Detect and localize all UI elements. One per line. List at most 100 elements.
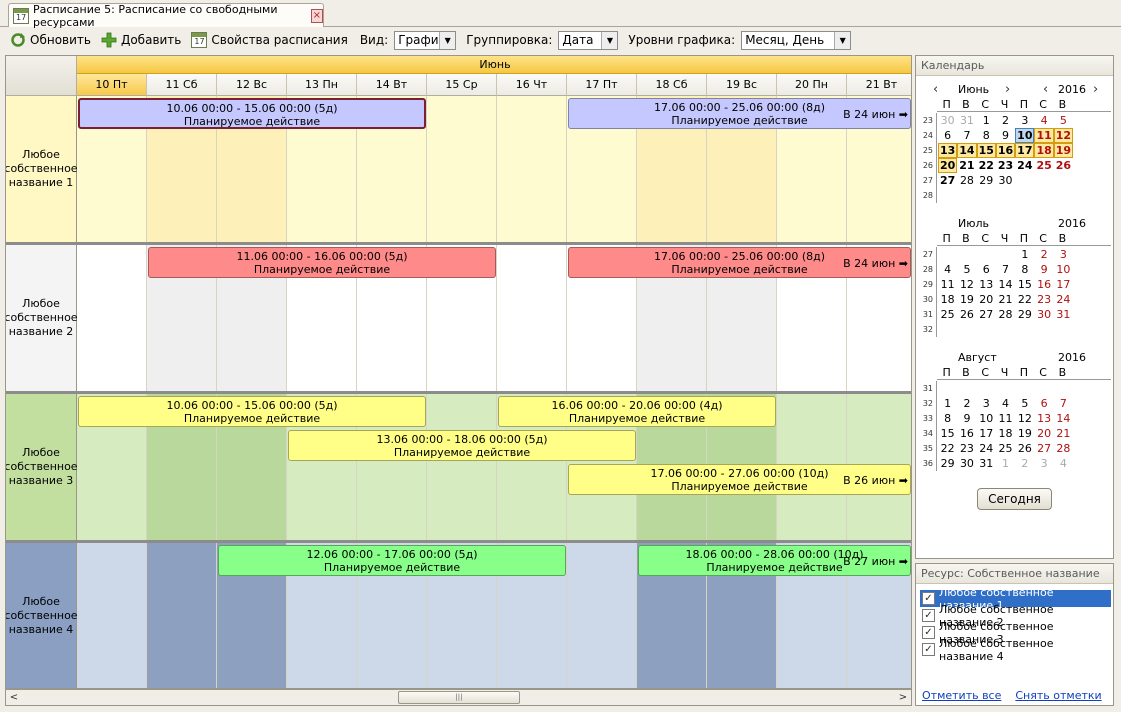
calendar-day[interactable]: 5	[957, 262, 976, 277]
calendar-day[interactable]: 30	[957, 456, 976, 471]
calendar-day[interactable]: 22	[1015, 292, 1034, 307]
uncheck-all-link[interactable]: Снять отметки	[1015, 689, 1101, 702]
calendar-day[interactable]: 16	[995, 143, 1016, 158]
horizontal-scrollbar[interactable]: < ||| >	[5, 689, 912, 706]
day-cell[interactable]	[427, 96, 497, 242]
calendar-day[interactable]: 4	[938, 262, 957, 277]
calendar-day[interactable]: 15	[976, 143, 996, 158]
calendar-day[interactable]: 13	[938, 143, 958, 158]
check-all-link[interactable]: Отметить все	[922, 689, 1001, 702]
resource-item[interactable]: ✓ Любое собственное название 4	[920, 637, 1111, 663]
continuation-indicator[interactable]: В 24 июн ➡	[843, 108, 908, 121]
calendar-day[interactable]: 3	[1034, 456, 1053, 471]
calendar-day[interactable]: 30	[1034, 307, 1053, 322]
calendar-day[interactable]: 1	[977, 113, 996, 128]
checkbox[interactable]: ✓	[922, 626, 935, 639]
calendar-day[interactable]: 6	[977, 262, 996, 277]
calendar-day[interactable]: 5	[1054, 113, 1073, 128]
calendar-day[interactable]: 6	[1034, 396, 1053, 411]
calendar-day[interactable]: 25	[996, 441, 1015, 456]
calendar-day[interactable]: 28	[957, 173, 976, 188]
calendar-day[interactable]: 14	[996, 277, 1015, 292]
calendar-day[interactable]: 3	[1054, 247, 1073, 262]
calendar-day[interactable]: 4	[996, 396, 1015, 411]
calendar-day[interactable]: 27	[938, 173, 957, 188]
calendar-day[interactable]: 18	[1034, 143, 1054, 158]
calendar-day[interactable]: 1	[996, 456, 1015, 471]
calendar-day[interactable]: 20	[938, 158, 958, 173]
day-cell[interactable]	[497, 96, 567, 242]
calendar-day[interactable]: 23	[996, 158, 1015, 173]
calendar-day[interactable]: 24	[1015, 158, 1034, 173]
calendar-day[interactable]: 11	[996, 411, 1015, 426]
calendar-day[interactable]: 3	[1015, 113, 1034, 128]
calendar-day[interactable]: 29	[938, 456, 957, 471]
calendar-day[interactable]: 22	[938, 441, 957, 456]
calendar-day[interactable]: 17	[1015, 143, 1035, 158]
calendar-day[interactable]: 21	[1054, 426, 1073, 441]
calendar-day[interactable]: 29	[977, 173, 996, 188]
calendar-day[interactable]: 19	[1053, 143, 1074, 158]
calendar-day[interactable]: 4	[1034, 113, 1053, 128]
calendar-day[interactable]: 14	[957, 143, 977, 158]
calendar-day[interactable]: 8	[977, 128, 996, 143]
appointment-bar[interactable]: 11.06 00:00 - 16.06 00:00 (5д) Планируемо…	[148, 247, 496, 278]
calendar-day[interactable]: 20	[1034, 426, 1053, 441]
checkbox[interactable]: ✓	[922, 592, 935, 605]
calendar-day[interactable]: 18	[996, 426, 1015, 441]
calendar-day[interactable]: 14	[1054, 411, 1073, 426]
continuation-indicator[interactable]: В 26 июн ➡	[843, 474, 908, 487]
scroll-thumb[interactable]: |||	[398, 691, 520, 704]
calendar-day[interactable]: 25	[1034, 158, 1053, 173]
calendar-day[interactable]: 9	[957, 411, 976, 426]
view-select[interactable]: График ▼	[394, 30, 457, 50]
calendar-day[interactable]: 13	[977, 277, 996, 292]
calendar-day[interactable]: 3	[977, 396, 996, 411]
calendar-day[interactable]: 15	[1015, 277, 1034, 292]
calendar-day[interactable]: 29	[1015, 307, 1034, 322]
calendar-day[interactable]: 17	[977, 426, 996, 441]
appointment-bar[interactable]: 16.06 00:00 - 20.06 00:00 (4д) Планируемо…	[498, 396, 776, 427]
appointment-bar[interactable]: 18.06 00:00 - 28.06 00:00 (10д) Планируем…	[638, 545, 911, 576]
calendar-day[interactable]: 23	[957, 441, 976, 456]
chevron-left-icon[interactable]: ‹	[933, 82, 938, 97]
calendar-day[interactable]: 2	[1015, 456, 1034, 471]
calendar-day[interactable]: 1	[1015, 247, 1034, 262]
appointment-bar[interactable]: 17.06 00:00 - 25.06 00:00 (8д) Планируемо…	[568, 247, 911, 278]
calendar-day[interactable]: 12	[1015, 411, 1034, 426]
calendar-day[interactable]: 9	[996, 128, 1015, 143]
levels-select[interactable]: Месяц, День ▼	[741, 30, 852, 50]
calendar-day[interactable]: 6	[938, 128, 957, 143]
calendar-day[interactable]: 27	[977, 307, 996, 322]
day-cell[interactable]	[77, 543, 147, 688]
calendar-day[interactable]: 4	[1054, 456, 1073, 471]
calendar-day[interactable]: 10	[1015, 128, 1035, 143]
refresh-button[interactable]: Обновить	[8, 29, 93, 51]
close-icon[interactable]: ×	[310, 8, 323, 23]
calendar-day[interactable]: 7	[1054, 396, 1073, 411]
calendar-day[interactable]: 22	[977, 158, 996, 173]
calendar-day[interactable]: 5	[1015, 396, 1034, 411]
calendar-day[interactable]: 31	[977, 456, 996, 471]
checkbox[interactable]: ✓	[922, 609, 935, 622]
calendar-day[interactable]: 10	[1054, 262, 1073, 277]
calendar-day[interactable]: 26	[1054, 158, 1073, 173]
calendar-day[interactable]: 24	[977, 441, 996, 456]
calendar-day[interactable]: 23	[1034, 292, 1053, 307]
day-cell[interactable]	[427, 394, 497, 540]
calendar-day[interactable]: 24	[1054, 292, 1073, 307]
calendar-day[interactable]: 12	[1053, 128, 1074, 143]
calendar-day[interactable]: 31	[1054, 307, 1073, 322]
calendar-day[interactable]: 16	[957, 426, 976, 441]
grouping-select[interactable]: Дата ▼	[558, 30, 619, 50]
appointment-bar[interactable]: 13.06 00:00 - 18.06 00:00 (5д) Планируемо…	[288, 430, 636, 461]
add-button[interactable]: Добавить	[99, 29, 183, 51]
calendar-day[interactable]: 20	[977, 292, 996, 307]
continuation-indicator[interactable]: В 24 июн ➡	[843, 257, 908, 270]
schedule-properties-button[interactable]: 17 Свойства расписания	[189, 29, 349, 51]
day-cell[interactable]	[77, 245, 147, 391]
calendar-day[interactable]: 2	[996, 113, 1015, 128]
scroll-right-icon[interactable]: >	[895, 690, 911, 705]
calendar-day[interactable]: 26	[957, 307, 976, 322]
calendar-day[interactable]: 13	[1034, 411, 1053, 426]
